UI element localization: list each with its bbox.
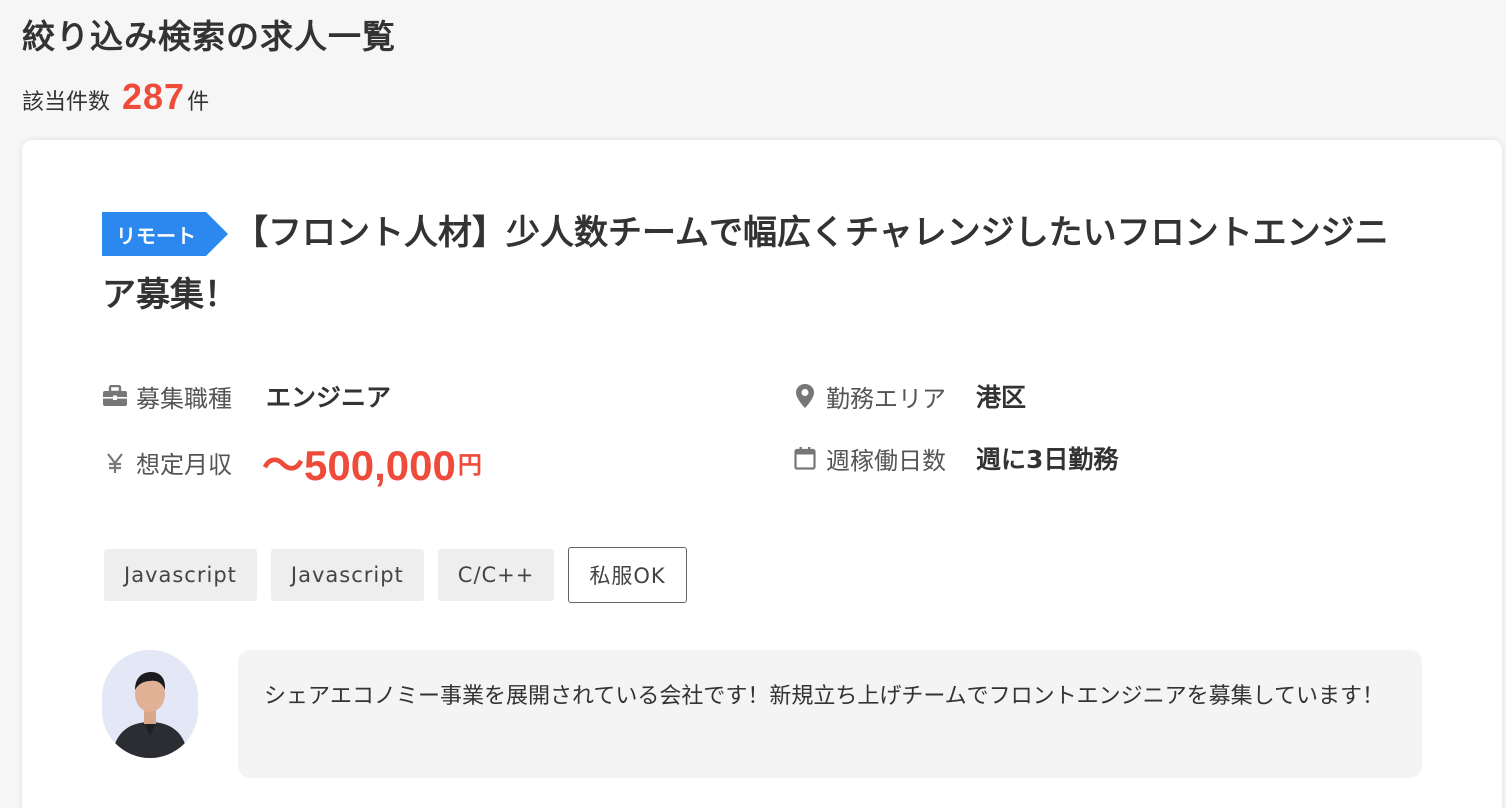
job-title[interactable]: 【フロント人材】少人数チームで幅広くチャレンジしたいフロントエンジニア募集！ [102,202,1412,326]
workdays-row: 週稼働日数 週に3日勤務 [792,440,1118,476]
tag-list: Javascript Javascript C/C++ 私服OK [104,547,687,603]
tag-casual-dress-ok: 私服OK [568,547,687,603]
tag-javascript: Javascript [270,549,424,601]
map-pin-icon [792,383,818,409]
tag-javascript: Javascript [104,549,257,601]
page-title: 絞り込み検索の求人一覧 [22,17,396,56]
workdays-value: 週に3日勤務 [976,445,1119,474]
company-message: シェアエコノミー事業を展開されている会社です！新規立ち上げチームでフロントエンジ… [238,650,1422,778]
salary-unit: 円 [457,451,482,479]
job-search-results-page: 絞り込み検索の求人一覧 該当件数 287 件 リモート 【フロント人材】少人数チ… [0,0,1506,808]
tag-c-cpp: C/C++ [437,549,555,601]
salary-row: 想定月収 〜500,000 円 [102,432,482,493]
salary-label: 想定月収 [136,451,232,479]
job-type-value: エンジニア [266,383,392,412]
work-area-row: 勤務エリア 港区 [792,378,1026,414]
result-count-unit: 件 [187,90,210,115]
briefcase-icon [102,383,128,409]
job-type-label: 募集職種 [136,384,232,413]
company-message-text: シェアエコノミー事業を展開されている会社です！新規立ち上げチームでフロントエンジ… [264,684,1385,709]
result-count: 該当件数 287 件 [22,76,209,118]
result-count-number: 287 [122,76,186,117]
job-card[interactable]: リモート 【フロント人材】少人数チームで幅広くチャレンジしたいフロントエンジニア… [22,140,1502,808]
workdays-label: 週稼働日数 [826,446,946,475]
job-title-row: リモート 【フロント人材】少人数チームで幅広くチャレンジしたいフロントエンジニア… [102,202,1412,326]
work-area-value: 港区 [976,383,1027,412]
job-type-row: 募集職種 エンジニア [102,378,391,414]
remote-badge: リモート [102,212,228,256]
result-count-label: 該当件数 [22,90,111,115]
work-area-label: 勤務エリア [826,384,946,413]
avatar [102,650,198,758]
calendar-icon [792,445,818,471]
salary-value: 〜500,000 [262,442,456,489]
yen-icon [102,450,128,476]
